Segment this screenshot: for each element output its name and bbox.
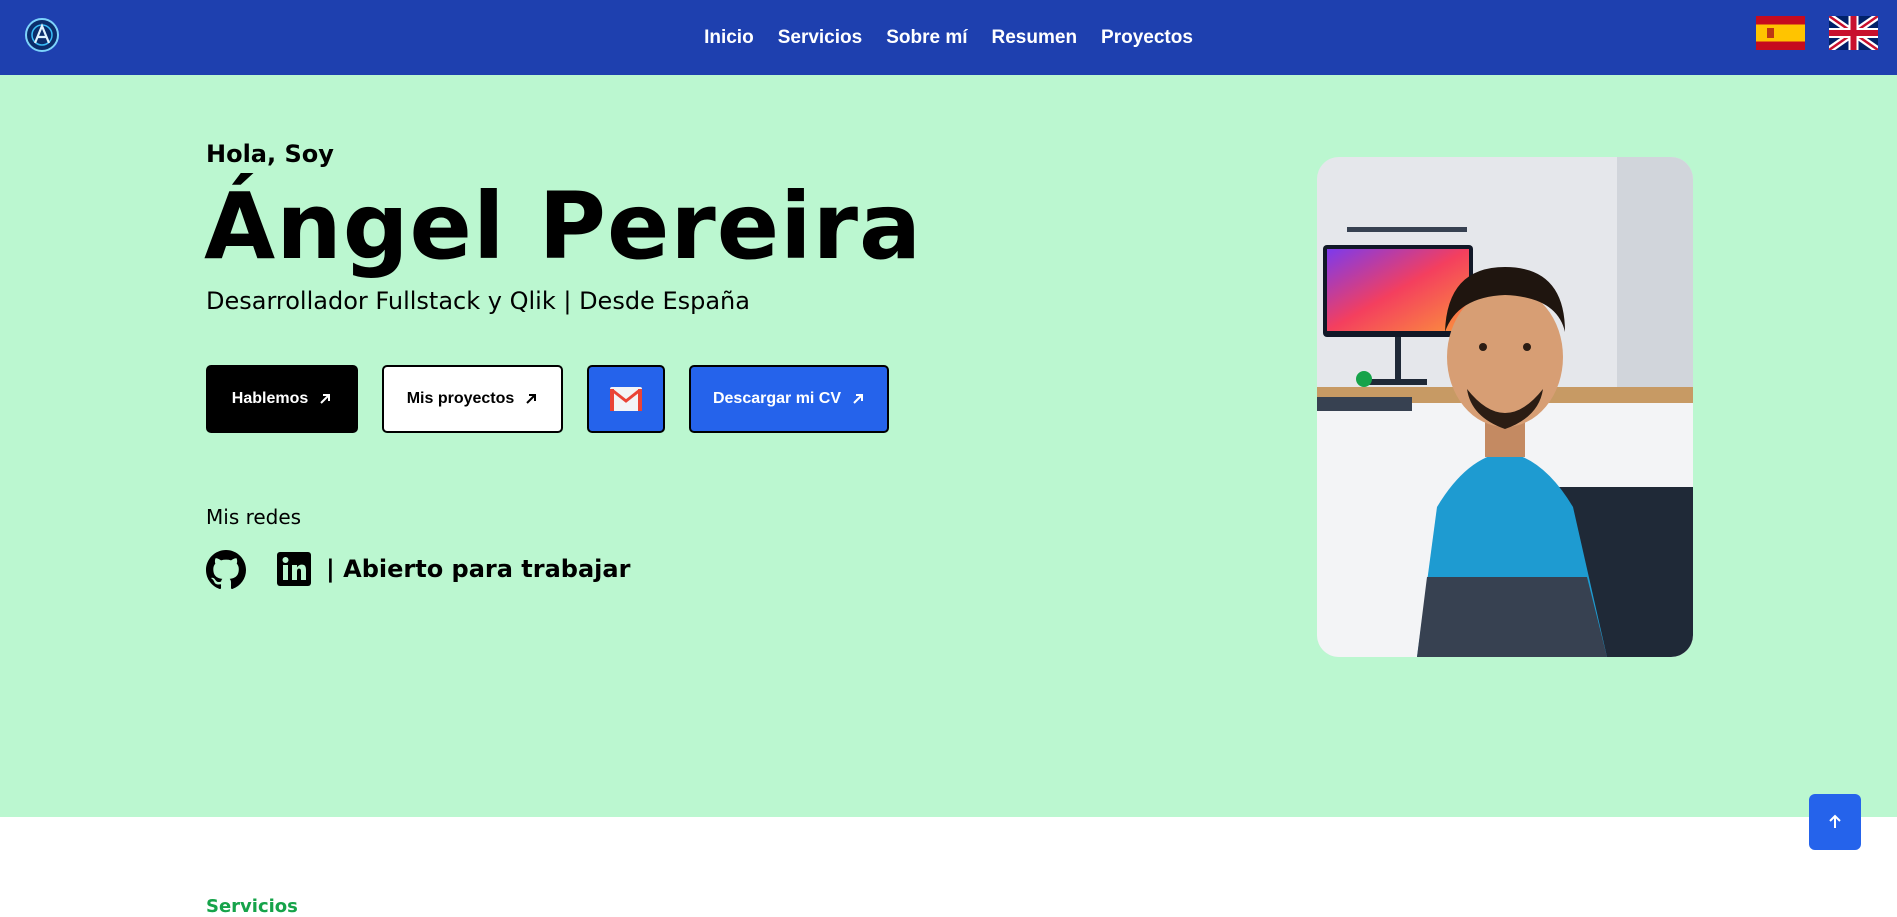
scroll-to-top-button[interactable]: [1809, 794, 1861, 850]
email-button[interactable]: [587, 365, 665, 433]
arrow-up-icon: [1829, 814, 1841, 828]
services-section-label: Servicios: [206, 896, 298, 917]
lets-talk-button[interactable]: Hablemos: [206, 365, 358, 433]
arrow-up-right-icon: [320, 394, 331, 404]
download-cv-label: Descargar mi CV: [712, 390, 842, 407]
spain-flag-icon[interactable]: [1756, 16, 1805, 50]
networks-title: Mis redes: [206, 505, 302, 529]
nav-resumen[interactable]: Resumen: [992, 27, 1078, 49]
arrow-up-right-icon: [526, 394, 537, 404]
nav-proyectos[interactable]: Proyectos: [1101, 27, 1193, 49]
open-to-work-status: | Abierto para trabajar: [326, 555, 631, 583]
nav-inicio[interactable]: Inicio: [704, 27, 754, 49]
gmail-icon: [610, 387, 642, 411]
hero-greeting: Hola, Soy: [206, 140, 334, 168]
nav-sobre-mi[interactable]: Sobre mí: [886, 27, 967, 49]
hero-role: Desarrollador Fullstack y Qlik | Desde E…: [206, 287, 750, 315]
top-navbar: Inicio Servicios Sobre mí Resumen Proyec…: [0, 0, 1897, 75]
profile-photo: [1317, 157, 1693, 657]
nav-servicios[interactable]: Servicios: [778, 27, 863, 49]
github-icon[interactable]: [206, 550, 246, 590]
main-nav: Inicio Servicios Sobre mí Resumen Proyec…: [0, 0, 1897, 75]
my-projects-label: Mis proyectos: [406, 390, 515, 407]
linkedin-icon[interactable]: [276, 551, 312, 587]
uk-flag-icon[interactable]: [1829, 16, 1878, 50]
my-projects-button[interactable]: Mis proyectos: [382, 365, 563, 433]
arrow-up-right-icon: [853, 394, 864, 404]
lets-talk-label: Hablemos: [231, 390, 309, 407]
download-cv-button[interactable]: Descargar mi CV: [689, 365, 889, 433]
hero-name: Ángel Pereira: [204, 173, 923, 280]
